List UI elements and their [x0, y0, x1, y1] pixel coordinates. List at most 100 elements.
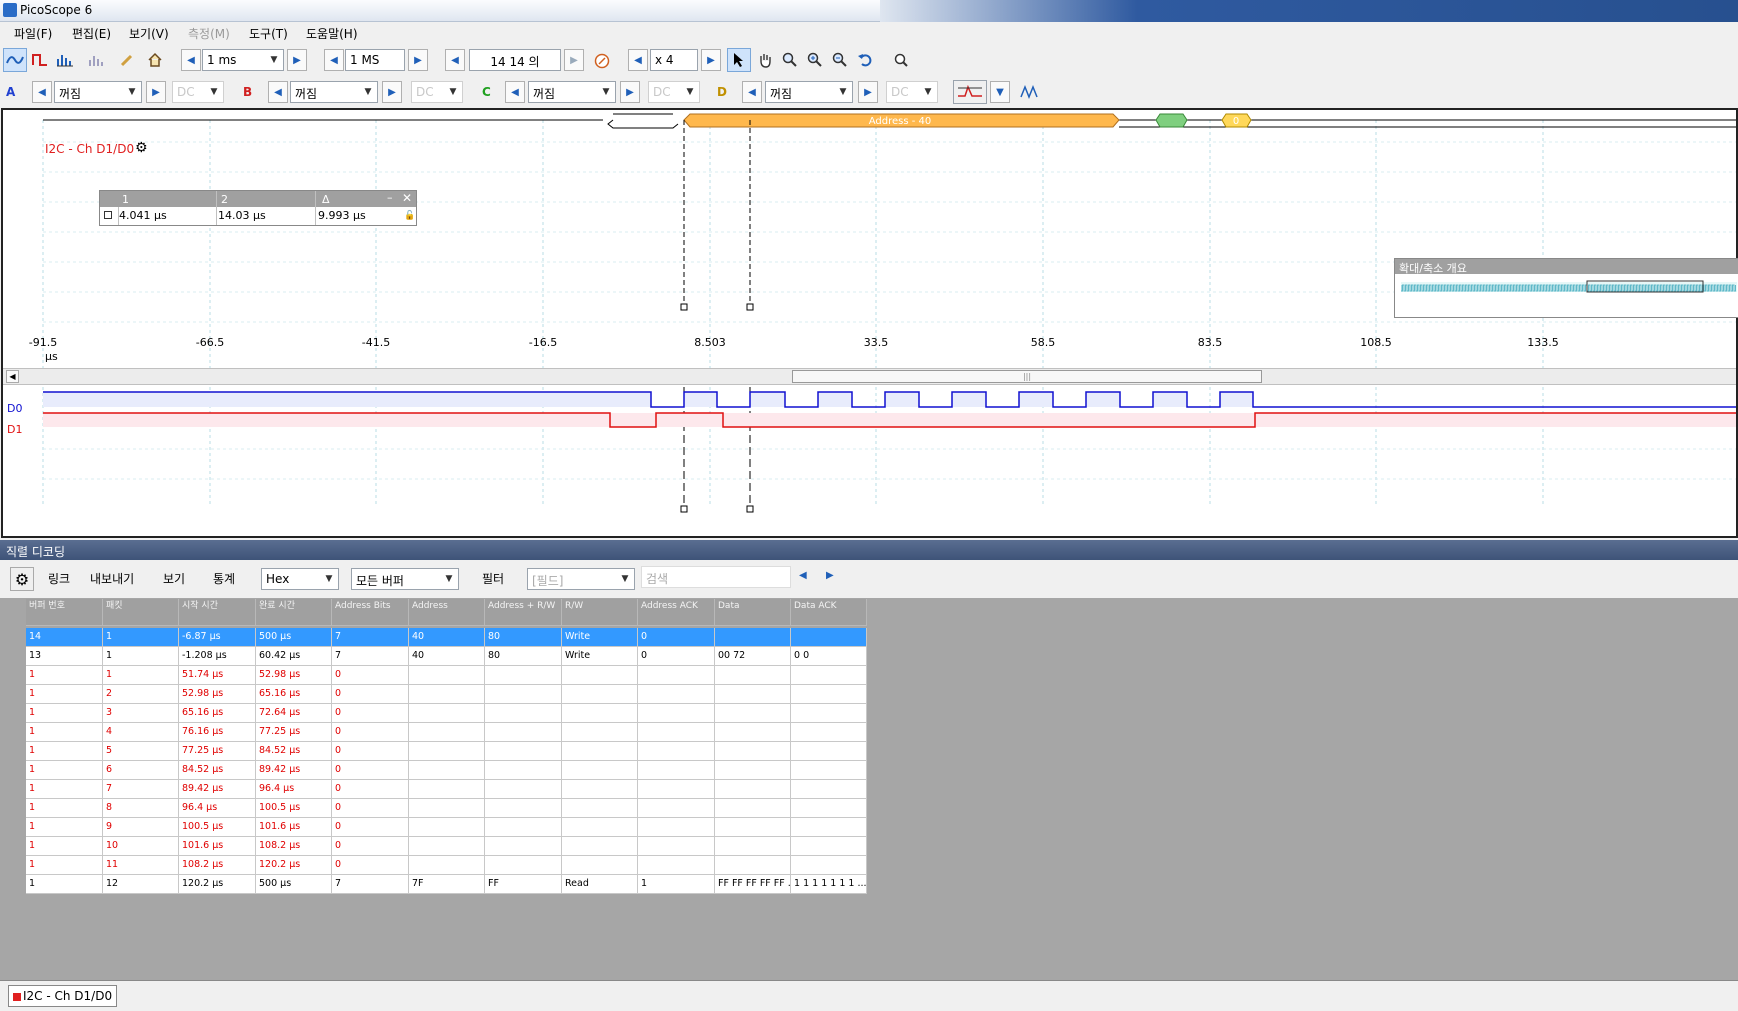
table-row[interactable]: 13 1 -1.208 µs 60.42 µs 7 40 80 Write 0 00 72 0 0 [26, 647, 961, 666]
channel-a-label[interactable]: A [6, 85, 15, 99]
menu-tools[interactable]: 도구(T) [249, 25, 288, 42]
column-header[interactable]: 버퍼 번호 [26, 599, 103, 626]
menu-edit[interactable]: 편집(E) [72, 25, 111, 42]
hand-tool-icon[interactable] [753, 48, 777, 72]
channel-c-prev-arrow[interactable]: ◀ [505, 81, 525, 103]
channel-d-range-select[interactable]: 꺼짐 ▼ [765, 81, 853, 103]
channel-b-label[interactable]: B [243, 85, 252, 99]
channel-c-label[interactable]: C [482, 85, 491, 99]
table-row[interactable]: 1 3 65.16 µs 72.64 µs 0 [26, 704, 961, 723]
persistence-mode-icon[interactable] [28, 48, 52, 72]
zoom-prev-arrow[interactable]: ◀ [628, 49, 648, 71]
channel-c-range-select[interactable]: 꺼짐 ▼ [528, 81, 616, 103]
export-button[interactable]: 내보내기 [90, 570, 134, 587]
channel-c-next-arrow[interactable]: ▶ [620, 81, 640, 103]
zoom-area-icon[interactable] [778, 48, 802, 72]
table-row[interactable]: 1 9 100.5 µs 101.6 µs 0 [26, 818, 961, 837]
table-row[interactable]: 1 10 101.6 µs 108.2 µs 0 [26, 837, 961, 856]
table-row[interactable]: 14 1 -6.87 µs 500 µs 7 40 80 Write 0 [26, 628, 961, 647]
histogram-icon[interactable] [85, 48, 109, 72]
channel-d-label[interactable]: D [717, 85, 727, 99]
format-select[interactable]: Hex ▼ [261, 568, 339, 590]
buffer-navigator[interactable]: 14 14 의 [469, 49, 561, 71]
statistics-button[interactable]: 통계 [213, 570, 235, 587]
filter-button[interactable]: 필터 [482, 570, 504, 587]
channel-b-next-arrow[interactable]: ▶ [382, 81, 402, 103]
channel-b-prev-arrow[interactable]: ◀ [268, 81, 288, 103]
search-next-icon[interactable]: ▶ [826, 570, 834, 581]
buffer-next-arrow[interactable]: ▶ [564, 49, 584, 71]
samples-prev-arrow[interactable]: ◀ [324, 49, 344, 71]
column-header[interactable]: 완료 시간 [256, 599, 332, 626]
channel-a-range-select[interactable]: 꺼짐 ▼ [54, 81, 142, 103]
time-scrollbar[interactable]: ◀ ||| [3, 368, 1736, 385]
minimize-icon[interactable]: – [387, 191, 393, 204]
decoder-settings-gear-icon[interactable]: ⚙ [10, 567, 34, 591]
zoom-in-icon[interactable] [803, 48, 827, 72]
decoder-tab[interactable]: I2C - Ch D1/D0 [8, 985, 118, 1007]
close-icon[interactable]: ✕ [402, 191, 412, 205]
gear-icon[interactable]: ⚙ [135, 140, 148, 156]
menu-help[interactable]: 도움말(H) [306, 25, 358, 42]
column-header[interactable]: Data ACK [791, 599, 867, 626]
channel-a-next-arrow[interactable]: ▶ [146, 81, 166, 103]
column-header[interactable]: Data [715, 599, 791, 626]
search-prev-icon[interactable]: ◀ [799, 570, 807, 581]
column-header[interactable]: 시작 시간 [179, 599, 256, 626]
channel-d-next-arrow[interactable]: ▶ [858, 81, 878, 103]
table-row[interactable]: 1 1 51.74 µs 52.98 µs 0 [26, 666, 961, 685]
zoom-out-icon[interactable] [828, 48, 852, 72]
signal-generator-icon[interactable] [1017, 80, 1041, 104]
samples-input[interactable]: 1 MS [345, 49, 405, 71]
scroll-thumb[interactable]: ||| [792, 370, 1262, 383]
channel-a-coupling-select[interactable]: DC ▼ [172, 81, 224, 103]
column-header[interactable]: Address [409, 599, 485, 626]
scope-mode-icon[interactable] [3, 48, 27, 72]
table-row[interactable]: 1 4 76.16 µs 77.25 µs 0 [26, 723, 961, 742]
search-input[interactable]: 검색 [641, 566, 791, 588]
lock-icon[interactable]: 🔓 [404, 211, 415, 221]
home-icon[interactable] [143, 48, 167, 72]
channel-d-prev-arrow[interactable]: ◀ [742, 81, 762, 103]
field-select[interactable]: [필드] ▼ [527, 568, 635, 590]
compass-icon[interactable] [590, 49, 614, 73]
link-button[interactable]: 링크 [48, 570, 70, 587]
table-row[interactable]: 1 8 96.4 µs 100.5 µs 0 [26, 799, 961, 818]
view-button[interactable]: 보기 [163, 570, 185, 587]
undo-zoom-icon[interactable] [853, 48, 877, 72]
channel-a-prev-arrow[interactable]: ◀ [32, 81, 52, 103]
timebase-prev-arrow[interactable]: ◀ [181, 49, 201, 71]
channel-b-coupling-select[interactable]: DC ▼ [411, 81, 463, 103]
column-header[interactable]: 패킷 [103, 599, 179, 626]
scroll-left-arrow[interactable]: ◀ [6, 370, 19, 383]
table-row[interactable]: 1 6 84.52 µs 89.42 µs 0 [26, 761, 961, 780]
table-row[interactable]: 1 5 77.25 µs 84.52 µs 0 [26, 742, 961, 761]
channel-c-coupling-select[interactable]: DC ▼ [648, 81, 700, 103]
timebase-next-arrow[interactable]: ▶ [287, 49, 307, 71]
zoom-overview-window[interactable]: 확대/축소 개요 [1394, 258, 1738, 318]
scope-view[interactable]: Address - 40 0 I2C - Ch D1/D0 ⚙ 1 2 Δ – ✕… [1, 108, 1738, 538]
samples-next-arrow[interactable]: ▶ [408, 49, 428, 71]
cursor-row-checkbox[interactable] [104, 211, 112, 219]
zoom-factor-input[interactable]: x 4 [650, 49, 698, 71]
table-row[interactable]: 1 11 108.2 µs 120.2 µs 0 [26, 856, 961, 875]
pointer-tool-icon[interactable] [727, 48, 751, 72]
timebase-select[interactable]: 1 ms ▼ [202, 49, 284, 71]
table-row[interactable]: 1 2 52.98 µs 65.16 µs 0 [26, 685, 961, 704]
table-row[interactable]: 1 12 120.2 µs 500 µs 7 7F FF Read 1 FF FF FF FF F… [26, 875, 961, 894]
probe-icon[interactable] [115, 48, 139, 72]
menu-measure[interactable]: 측정(M) [188, 25, 230, 42]
spectrum-mode-icon[interactable] [53, 48, 77, 72]
channel-d-coupling-select[interactable]: DC ▼ [886, 81, 938, 103]
buffer-prev-arrow[interactable]: ◀ [445, 49, 465, 71]
channel-b-range-select[interactable]: 꺼짐 ▼ [290, 81, 378, 103]
buffer-select[interactable]: 모든 버퍼 ▼ [351, 568, 459, 590]
trigger-setup-icon[interactable] [953, 80, 987, 104]
column-header[interactable]: R/W [562, 599, 638, 626]
zoom-overview-icon[interactable] [889, 48, 913, 72]
zoom-next-arrow[interactable]: ▶ [701, 49, 721, 71]
column-header[interactable]: Address ACK [638, 599, 715, 626]
trigger-dropdown-arrow[interactable]: ▼ [990, 81, 1010, 103]
menu-view[interactable]: 보기(V) [129, 25, 169, 42]
column-header[interactable]: Address + R/W [485, 599, 562, 626]
